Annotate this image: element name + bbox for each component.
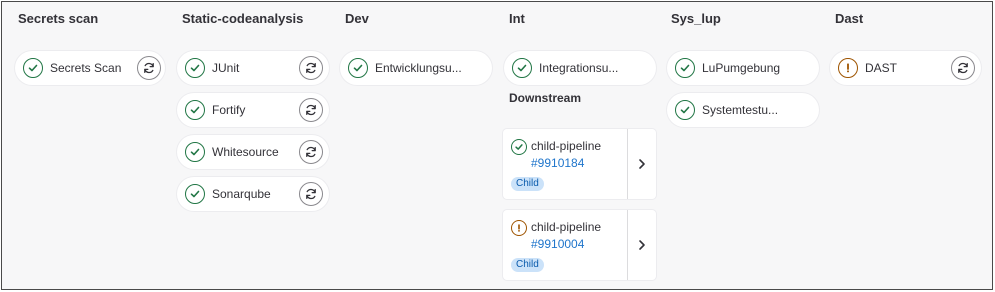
retry-icon[interactable] — [137, 56, 161, 80]
downstream-pipeline-card[interactable]: child-pipeline #9910004 Child — [503, 210, 656, 280]
check-circle-icon — [675, 100, 695, 120]
stage-title-sys-lup: Sys_lup — [671, 11, 721, 26]
chevron-right-icon[interactable] — [627, 129, 656, 199]
warning-circle-icon — [838, 58, 858, 78]
retry-icon[interactable] — [299, 182, 323, 206]
check-circle-icon — [348, 58, 368, 78]
check-circle-icon — [185, 58, 205, 78]
check-circle-icon — [675, 58, 695, 78]
job-name: Whitesource — [212, 145, 279, 159]
downstream-pipeline-name[interactable]: child-pipeline — [531, 139, 601, 153]
job-secrets-scan[interactable]: Secrets Scan — [15, 51, 165, 85]
job-name: Fortify — [212, 103, 246, 117]
job-name: Systemtestu... — [702, 103, 779, 117]
check-circle-icon — [23, 58, 43, 78]
pipeline-graph: Secrets scan Secrets Scan Static-codeana… — [1, 1, 993, 290]
warning-circle-icon — [511, 220, 527, 236]
chevron-right-icon[interactable] — [627, 210, 656, 280]
job-systemtestumgebung[interactable]: Systemtestu... — [667, 93, 819, 127]
stage-title-dast: Dast — [835, 11, 864, 26]
retry-icon[interactable] — [299, 140, 323, 164]
retry-icon[interactable] — [299, 56, 323, 80]
child-badge: Child — [511, 177, 544, 191]
check-circle-icon — [185, 100, 205, 120]
check-circle-icon — [512, 58, 532, 78]
job-whitesource[interactable]: Whitesource — [177, 135, 329, 169]
retry-icon[interactable] — [951, 56, 975, 80]
job-sonarqube[interactable]: Sonarqube — [177, 177, 329, 211]
job-name: Entwicklungsu... — [375, 61, 462, 75]
downstream-pipeline-id-link[interactable]: #9910004 — [531, 237, 584, 251]
job-fortify[interactable]: Fortify — [177, 93, 329, 127]
check-circle-icon — [511, 139, 527, 155]
check-circle-icon — [185, 184, 205, 204]
downstream-pipeline-id-link[interactable]: #9910184 — [531, 156, 584, 170]
stage-title-dev: Dev — [345, 11, 369, 26]
stage-title-static-codeanalysis: Static-codeanalysis — [182, 11, 304, 26]
downstream-label: Downstream — [509, 91, 582, 105]
check-circle-icon — [185, 142, 205, 162]
job-name: JUnit — [212, 61, 240, 75]
job-name: Integrationsu... — [539, 61, 619, 75]
child-badge: Child — [511, 258, 544, 272]
job-lupumgebung[interactable]: LuPumgebung — [667, 51, 819, 85]
job-name: Secrets Scan — [50, 61, 122, 75]
job-name: DAST — [865, 61, 898, 75]
job-junit[interactable]: JUnit — [177, 51, 329, 85]
retry-icon[interactable] — [299, 98, 323, 122]
job-name: Sonarqube — [212, 187, 271, 201]
job-integrationsumgebung[interactable]: Integrationsu... — [504, 51, 656, 85]
stage-title-int: Int — [509, 11, 525, 26]
job-dast[interactable]: DAST — [830, 51, 981, 85]
job-entwicklungsumgebung[interactable]: Entwicklungsu... — [340, 51, 492, 85]
job-name: LuPumgebung — [702, 61, 781, 75]
downstream-pipeline-card[interactable]: child-pipeline #9910184 Child — [503, 129, 656, 199]
stage-title-secrets-scan: Secrets scan — [18, 11, 99, 26]
downstream-pipeline-name[interactable]: child-pipeline — [531, 220, 601, 234]
